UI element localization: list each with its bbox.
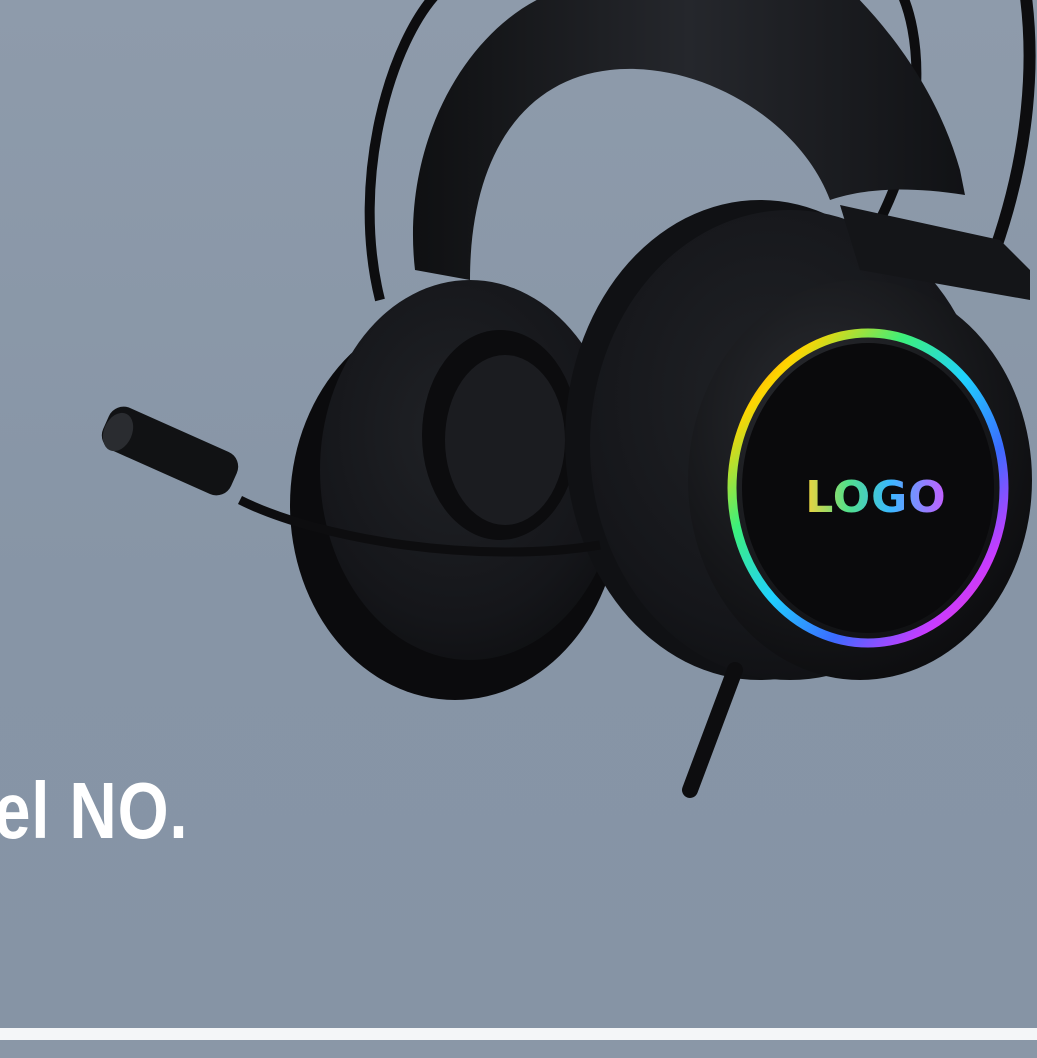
- footer-divider: [0, 1028, 1037, 1040]
- model-number-caption: el NO. 3: [0, 765, 188, 949]
- footer-strip: [0, 1040, 1037, 1058]
- cup-logo: LOGO: [805, 472, 946, 523]
- headset-cable: [682, 662, 743, 798]
- model-number-value: 3: [0, 857, 188, 949]
- model-number-label: el NO.: [0, 766, 189, 855]
